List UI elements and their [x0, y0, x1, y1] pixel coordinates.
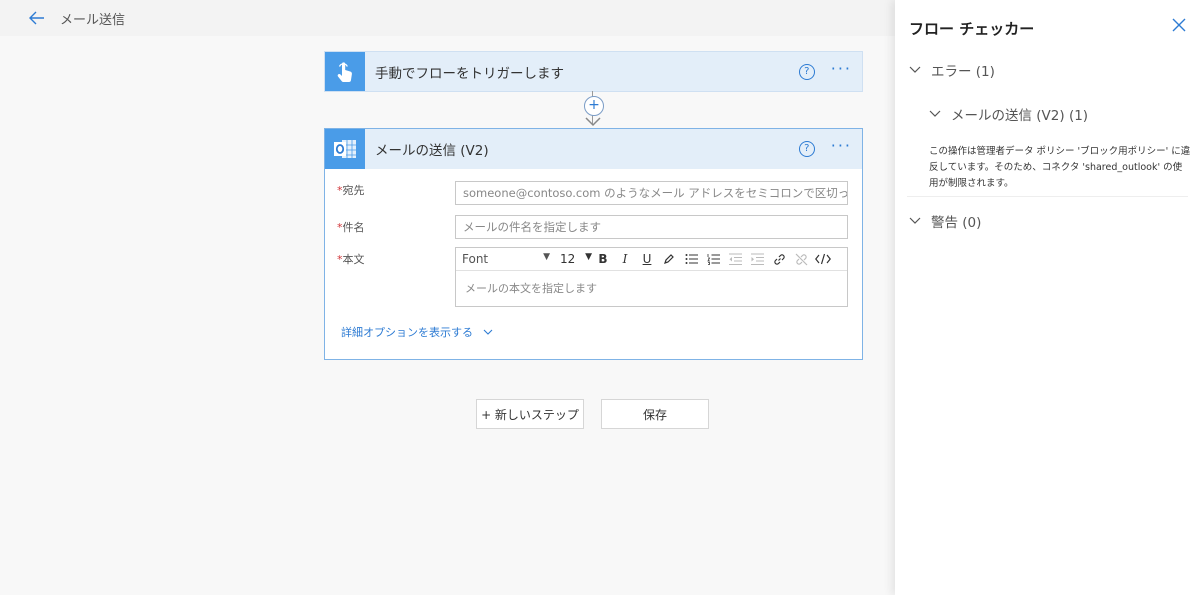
send-email-card-header[interactable]: メールの送信 (V2) ? ··· — [325, 129, 862, 169]
trigger-card-header[interactable]: 手動でフローをトリガーします ? ··· — [325, 52, 862, 91]
link-icon[interactable] — [768, 249, 790, 269]
italic-icon[interactable]: I — [614, 249, 636, 269]
divider — [907, 196, 1188, 197]
trigger-card[interactable]: 手動でフローをトリガーします ? ··· — [324, 51, 863, 92]
advanced-link-label: 詳細オプションを表示する — [341, 326, 473, 339]
unlink-icon[interactable] — [790, 249, 812, 269]
chevron-down-icon: ▼ — [585, 252, 592, 262]
show-advanced-options-link[interactable]: 詳細オプションを表示する — [341, 324, 493, 340]
error-item-label: メールの送信 (V2) (1) — [951, 108, 1089, 124]
font-size-select[interactable]: 12 ▼ — [560, 252, 592, 266]
font-select-value: Font — [462, 252, 489, 266]
underline-icon[interactable]: U — [636, 249, 658, 269]
chevron-down-icon — [909, 217, 921, 224]
help-icon[interactable]: ? — [798, 141, 815, 157]
to-label: *宛先 — [337, 184, 365, 197]
chevron-down-icon — [909, 66, 921, 73]
touch-icon — [325, 52, 365, 91]
outlook-icon — [325, 129, 365, 169]
highlight-icon[interactable] — [658, 249, 680, 269]
font-size-value: 12 — [560, 252, 576, 266]
connector-arrow-icon — [585, 117, 601, 127]
chevron-down-icon: ▼ — [543, 252, 550, 262]
save-button[interactable]: 保存 — [601, 399, 709, 429]
back-arrow-icon[interactable] — [28, 9, 46, 27]
warnings-label: 警告 (0) — [931, 215, 982, 231]
new-step-button[interactable]: + 新しいステップ — [476, 399, 584, 429]
body-editor-area[interactable]: メールの本文を指定します — [456, 271, 847, 307]
checker-title: フロー チェッカー — [909, 20, 1035, 38]
close-icon[interactable] — [1172, 18, 1186, 32]
flow-checker-panel: フロー チェッカー エラー (1) メールの送信 (V2) (1) この操作は管… — [895, 0, 1200, 595]
body-label: *本文 — [337, 253, 365, 266]
editor-toolbar: Font ▼ 12 ▼ B I U — [456, 248, 847, 271]
more-icon[interactable]: ··· — [831, 60, 852, 80]
chevron-down-icon — [929, 110, 941, 117]
indent-icon[interactable] — [746, 249, 768, 269]
send-email-card[interactable]: メールの送信 (V2) ? ··· *宛先 someone@contoso.co… — [324, 128, 863, 360]
warnings-section-toggle[interactable]: 警告 (0) — [909, 211, 981, 231]
trigger-title: 手動でフローをトリガーします — [375, 65, 564, 82]
help-icon[interactable]: ? — [798, 63, 815, 80]
code-view-icon[interactable] — [812, 249, 834, 269]
bullet-list-icon[interactable] — [680, 249, 702, 269]
bold-icon[interactable]: B — [592, 249, 614, 269]
add-icon[interactable]: + — [584, 96, 604, 116]
chevron-down-icon — [483, 329, 492, 335]
subject-field[interactable]: メールの件名を指定します — [455, 215, 848, 239]
error-item-toggle[interactable]: メールの送信 (V2) (1) — [929, 104, 1088, 124]
font-select[interactable]: Font ▼ — [462, 252, 550, 266]
page-title: メール送信 — [60, 13, 126, 28]
body-editor[interactable]: Font ▼ 12 ▼ B I U メールの本文を指定します — [455, 247, 848, 307]
send-email-title: メールの送信 (V2) — [375, 143, 489, 159]
errors-section-toggle[interactable]: エラー (1) — [909, 60, 995, 80]
error-message: この操作は管理者データ ポリシー 'ブロック用ポリシー' に違反しています。その… — [929, 146, 1191, 189]
subject-label: *件名 — [337, 221, 365, 234]
numbered-list-icon[interactable] — [702, 249, 724, 269]
top-bar: メール送信 — [0, 0, 895, 36]
to-field[interactable]: someone@contoso.com のようなメール アドレスをセミコロンで区… — [455, 181, 848, 205]
more-icon[interactable]: ··· — [831, 138, 852, 157]
errors-label: エラー (1) — [931, 64, 995, 80]
outdent-icon[interactable] — [724, 249, 746, 269]
